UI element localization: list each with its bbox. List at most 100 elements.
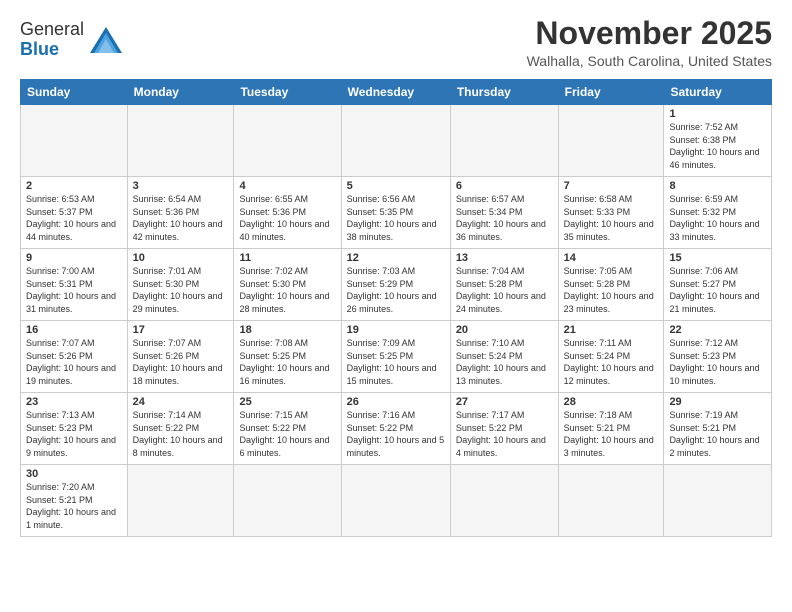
day-info: Sunrise: 7:19 AM Sunset: 5:21 PM Dayligh… xyxy=(669,409,766,459)
calendar-cell: 18Sunrise: 7:08 AM Sunset: 5:25 PM Dayli… xyxy=(234,321,341,393)
calendar-week-row: 23Sunrise: 7:13 AM Sunset: 5:23 PM Dayli… xyxy=(21,393,772,465)
day-number: 23 xyxy=(26,396,122,408)
day-info: Sunrise: 6:58 AM Sunset: 5:33 PM Dayligh… xyxy=(564,193,659,243)
page: GeneralBlue November 2025 Walhalla, Sout… xyxy=(0,0,792,612)
calendar-cell: 20Sunrise: 7:10 AM Sunset: 5:24 PM Dayli… xyxy=(450,321,558,393)
calendar-cell: 29Sunrise: 7:19 AM Sunset: 5:21 PM Dayli… xyxy=(664,393,772,465)
logo-general: General xyxy=(20,19,84,39)
day-info: Sunrise: 6:56 AM Sunset: 5:35 PM Dayligh… xyxy=(347,193,445,243)
day-info: Sunrise: 7:06 AM Sunset: 5:27 PM Dayligh… xyxy=(669,265,766,315)
day-info: Sunrise: 7:11 AM Sunset: 5:24 PM Dayligh… xyxy=(564,337,659,387)
day-number: 3 xyxy=(133,180,229,192)
title-area: November 2025 Walhalla, South Carolina, … xyxy=(527,16,772,69)
day-info: Sunrise: 7:07 AM Sunset: 5:26 PM Dayligh… xyxy=(133,337,229,387)
calendar-cell: 4Sunrise: 6:55 AM Sunset: 5:36 PM Daylig… xyxy=(234,177,341,249)
month-title: November 2025 xyxy=(527,16,772,51)
calendar-week-row: 9Sunrise: 7:00 AM Sunset: 5:31 PM Daylig… xyxy=(21,249,772,321)
day-info: Sunrise: 7:18 AM Sunset: 5:21 PM Dayligh… xyxy=(564,409,659,459)
calendar-header-row: SundayMondayTuesdayWednesdayThursdayFrid… xyxy=(21,80,772,105)
logo-area: GeneralBlue xyxy=(20,16,124,60)
calendar-cell xyxy=(558,105,664,177)
calendar-cell xyxy=(127,105,234,177)
day-info: Sunrise: 7:10 AM Sunset: 5:24 PM Dayligh… xyxy=(456,337,553,387)
calendar-cell xyxy=(664,465,772,537)
day-info: Sunrise: 7:12 AM Sunset: 5:23 PM Dayligh… xyxy=(669,337,766,387)
day-number: 8 xyxy=(669,180,766,192)
calendar-cell xyxy=(341,465,450,537)
calendar-cell xyxy=(234,105,341,177)
header: GeneralBlue November 2025 Walhalla, Sout… xyxy=(20,16,772,69)
day-number: 17 xyxy=(133,324,229,336)
calendar-week-row: 16Sunrise: 7:07 AM Sunset: 5:26 PM Dayli… xyxy=(21,321,772,393)
day-number: 26 xyxy=(347,396,445,408)
calendar-cell xyxy=(234,465,341,537)
calendar-cell xyxy=(450,105,558,177)
calendar-cell xyxy=(558,465,664,537)
day-info: Sunrise: 7:14 AM Sunset: 5:22 PM Dayligh… xyxy=(133,409,229,459)
day-info: Sunrise: 6:54 AM Sunset: 5:36 PM Dayligh… xyxy=(133,193,229,243)
calendar-cell: 21Sunrise: 7:11 AM Sunset: 5:24 PM Dayli… xyxy=(558,321,664,393)
logo-icon xyxy=(88,25,124,55)
weekday-header: Sunday xyxy=(21,80,128,105)
calendar-week-row: 2Sunrise: 6:53 AM Sunset: 5:37 PM Daylig… xyxy=(21,177,772,249)
day-number: 18 xyxy=(239,324,335,336)
calendar-cell: 7Sunrise: 6:58 AM Sunset: 5:33 PM Daylig… xyxy=(558,177,664,249)
calendar-cell: 13Sunrise: 7:04 AM Sunset: 5:28 PM Dayli… xyxy=(450,249,558,321)
calendar-week-row: 1Sunrise: 7:52 AM Sunset: 6:38 PM Daylig… xyxy=(21,105,772,177)
weekday-header: Friday xyxy=(558,80,664,105)
weekday-header: Tuesday xyxy=(234,80,341,105)
day-number: 16 xyxy=(26,324,122,336)
calendar-cell xyxy=(450,465,558,537)
calendar-table: SundayMondayTuesdayWednesdayThursdayFrid… xyxy=(20,79,772,537)
calendar-cell: 2Sunrise: 6:53 AM Sunset: 5:37 PM Daylig… xyxy=(21,177,128,249)
day-number: 21 xyxy=(564,324,659,336)
day-number: 20 xyxy=(456,324,553,336)
day-info: Sunrise: 7:08 AM Sunset: 5:25 PM Dayligh… xyxy=(239,337,335,387)
day-info: Sunrise: 6:59 AM Sunset: 5:32 PM Dayligh… xyxy=(669,193,766,243)
calendar-cell: 9Sunrise: 7:00 AM Sunset: 5:31 PM Daylig… xyxy=(21,249,128,321)
day-info: Sunrise: 7:07 AM Sunset: 5:26 PM Dayligh… xyxy=(26,337,122,387)
day-number: 15 xyxy=(669,252,766,264)
day-number: 12 xyxy=(347,252,445,264)
day-info: Sunrise: 7:52 AM Sunset: 6:38 PM Dayligh… xyxy=(669,121,766,171)
calendar-cell: 6Sunrise: 6:57 AM Sunset: 5:34 PM Daylig… xyxy=(450,177,558,249)
day-number: 10 xyxy=(133,252,229,264)
day-number: 14 xyxy=(564,252,659,264)
calendar-week-row: 30Sunrise: 7:20 AM Sunset: 5:21 PM Dayli… xyxy=(21,465,772,537)
calendar-cell: 17Sunrise: 7:07 AM Sunset: 5:26 PM Dayli… xyxy=(127,321,234,393)
calendar-cell xyxy=(21,105,128,177)
day-info: Sunrise: 7:05 AM Sunset: 5:28 PM Dayligh… xyxy=(564,265,659,315)
logo-blue: Blue xyxy=(20,39,59,59)
calendar-cell: 8Sunrise: 6:59 AM Sunset: 5:32 PM Daylig… xyxy=(664,177,772,249)
calendar-cell: 24Sunrise: 7:14 AM Sunset: 5:22 PM Dayli… xyxy=(127,393,234,465)
calendar-cell: 25Sunrise: 7:15 AM Sunset: 5:22 PM Dayli… xyxy=(234,393,341,465)
calendar-cell: 27Sunrise: 7:17 AM Sunset: 5:22 PM Dayli… xyxy=(450,393,558,465)
calendar-cell: 10Sunrise: 7:01 AM Sunset: 5:30 PM Dayli… xyxy=(127,249,234,321)
day-number: 22 xyxy=(669,324,766,336)
weekday-header: Thursday xyxy=(450,80,558,105)
weekday-header: Saturday xyxy=(664,80,772,105)
day-info: Sunrise: 7:02 AM Sunset: 5:30 PM Dayligh… xyxy=(239,265,335,315)
day-number: 6 xyxy=(456,180,553,192)
day-number: 5 xyxy=(347,180,445,192)
day-number: 24 xyxy=(133,396,229,408)
day-info: Sunrise: 7:03 AM Sunset: 5:29 PM Dayligh… xyxy=(347,265,445,315)
day-info: Sunrise: 7:17 AM Sunset: 5:22 PM Dayligh… xyxy=(456,409,553,459)
day-number: 28 xyxy=(564,396,659,408)
calendar-cell xyxy=(127,465,234,537)
calendar-cell: 11Sunrise: 7:02 AM Sunset: 5:30 PM Dayli… xyxy=(234,249,341,321)
day-number: 7 xyxy=(564,180,659,192)
day-info: Sunrise: 7:13 AM Sunset: 5:23 PM Dayligh… xyxy=(26,409,122,459)
day-number: 2 xyxy=(26,180,122,192)
day-number: 27 xyxy=(456,396,553,408)
weekday-header: Monday xyxy=(127,80,234,105)
day-info: Sunrise: 7:20 AM Sunset: 5:21 PM Dayligh… xyxy=(26,481,122,531)
day-number: 19 xyxy=(347,324,445,336)
day-info: Sunrise: 7:00 AM Sunset: 5:31 PM Dayligh… xyxy=(26,265,122,315)
calendar-cell: 5Sunrise: 6:56 AM Sunset: 5:35 PM Daylig… xyxy=(341,177,450,249)
day-info: Sunrise: 6:53 AM Sunset: 5:37 PM Dayligh… xyxy=(26,193,122,243)
calendar-cell xyxy=(341,105,450,177)
day-info: Sunrise: 6:57 AM Sunset: 5:34 PM Dayligh… xyxy=(456,193,553,243)
calendar-cell: 1Sunrise: 7:52 AM Sunset: 6:38 PM Daylig… xyxy=(664,105,772,177)
day-number: 1 xyxy=(669,108,766,120)
